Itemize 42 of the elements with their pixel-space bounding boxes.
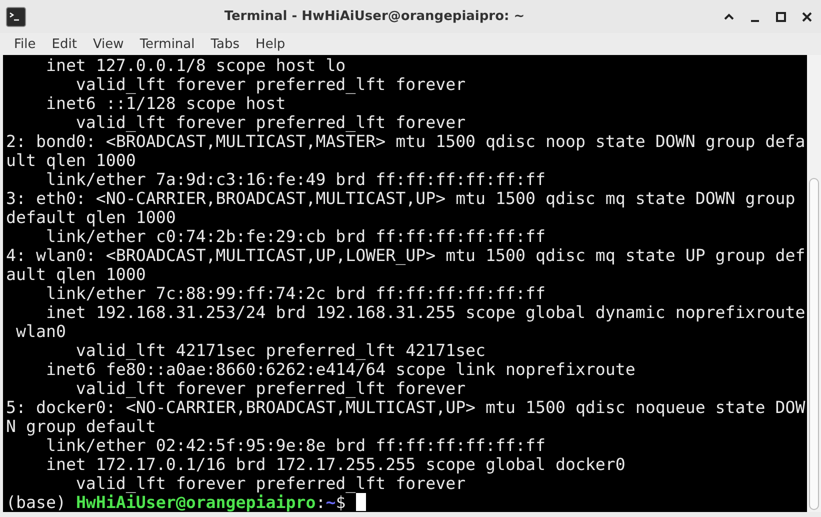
terminal-line: ult qlen 1000 (6, 151, 137, 170)
terminal-line: inet6 fe80::a0ae:8660:6262:e414/64 scope link noprefixroute (44, 360, 636, 379)
terminal-line: valid_lft 42171sec preferred_lft 42171sec (74, 341, 487, 360)
terminal-line: inet6 ::1/128 scope host (44, 94, 287, 113)
menu-item[interactable]: View (84, 36, 132, 52)
terminal-line: valid_lft forever preferred_lft forever (74, 75, 467, 94)
terminal-line: valid_lft forever preferred_lft forever (74, 113, 467, 132)
terminal-area[interactable] (3, 55, 821, 512)
terminal-line: 5: docker0: <NO-CARRIER,BROADCAST,MULTICAST,UP> mtu 1500 qdisc noqueue state DOW (6, 398, 806, 417)
terminal-line: valid_lft forever preferred_lft forever (74, 379, 467, 398)
close-icon[interactable] (801, 10, 813, 22)
terminal-line: link/ether 7c:88:99:ff:74:2c brd ff:ff:ff:ff:ff:ff (44, 284, 546, 303)
maximize-icon[interactable] (775, 10, 787, 22)
terminal-icon (6, 6, 26, 26)
menu-item[interactable]: Edit (44, 36, 85, 52)
terminal-line: link/ether 02:42:5f:95:9e:8e brd ff:ff:ff:ff:ff:ff (44, 436, 546, 455)
terminal-line: N group default (6, 417, 157, 436)
menu-item[interactable]: Tabs (202, 36, 248, 52)
terminal-line: 2: bond0: <BROADCAST,MULTICAST,MASTER> mtu 1500 qdisc noop state DOWN group defa (6, 132, 806, 151)
menu-item[interactable]: File (6, 36, 44, 52)
terminal-line: ault qlen 1000 (6, 265, 147, 284)
scrollbar[interactable] (807, 55, 821, 512)
terminal-line: inet 192.168.31.253/24 brd 192.168.31.255 scope global dynamic noprefixroute (44, 303, 806, 322)
prompt-text: (base) (6, 493, 67, 512)
prompt-path: ~ (326, 493, 336, 512)
prompt-text: $ (336, 493, 347, 512)
prompt-text: : (316, 493, 326, 512)
window-title: Terminal - HwHiAiUser@orangepiaipro: ~ (223, 9, 526, 24)
terminal-line: 3: eth0: <NO-CARRIER,BROADCAST,MULTICAST,UP> mtu 1500 qdisc mq state DOWN group (6, 189, 796, 208)
terminal-line: link/ether 7a:9d:c3:16:fe:49 brd ff:ff:ff:ff:ff:ff (44, 170, 546, 189)
terminal-line: inet 172.17.0.1/16 brd 172.17.255.255 scope global docker0 (44, 455, 626, 474)
terminal-line: inet 127.0.0.1/8 scope host lo (44, 56, 347, 75)
menu-item[interactable]: Terminal (132, 36, 203, 52)
prompt-user: HwHiAiUser@orangepiaipro (76, 493, 316, 512)
terminal-line: link/ether c0:74:2b:fe:29:cb brd ff:ff:ff:ff:ff:ff (44, 227, 546, 246)
menu-item[interactable]: Help (248, 36, 294, 52)
terminal-line: default qlen 1000 (6, 208, 177, 227)
terminal-line: 4: wlan0: <BROADCAST,MULTICAST,UP,LOWER_UP> mtu 1500 qdisc mq state UP group def (6, 246, 806, 265)
terminal-line: wlan0 (14, 322, 67, 341)
text-cursor (356, 493, 366, 511)
scrollbar-thumb[interactable] (809, 178, 819, 510)
terminal-line: valid_lft forever preferred_lft forever (74, 474, 467, 493)
